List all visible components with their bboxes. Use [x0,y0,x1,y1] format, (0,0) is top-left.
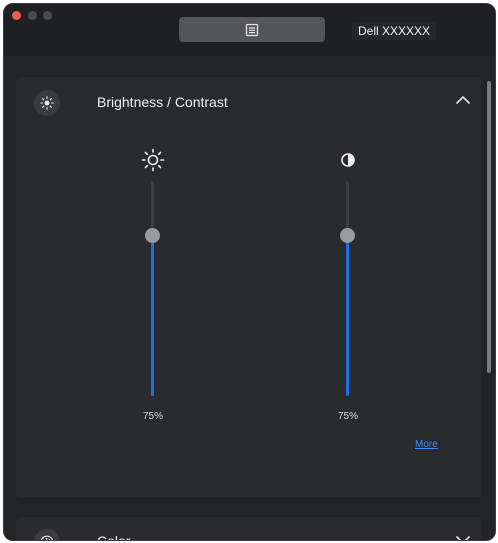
chevron-down-icon[interactable] [455,532,471,541]
brightness-value: 75% [142,411,163,422]
contrast-icon [341,153,355,167]
document-icon [245,23,259,36]
minimize-window-button[interactable] [28,11,37,20]
color-panel[interactable]: Color [16,517,481,541]
color-title: Color [97,533,131,541]
contrast-slider-group: 75% [328,148,368,428]
brightness-slider-thumb[interactable] [145,228,160,243]
close-window-button[interactable] [12,11,21,20]
maximize-window-button[interactable] [43,11,52,20]
vertical-scrollbar[interactable] [487,81,491,373]
more-link[interactable]: More [415,439,438,450]
contrast-slider-thumb[interactable] [340,228,355,243]
menu-tab-button[interactable] [179,17,325,42]
sun-icon [141,148,165,172]
contrast-slider[interactable] [340,181,355,396]
title-bar: Dell XXXXXX [4,4,495,56]
main-content: Brightness / Contrast 75% 75% More Color [4,56,495,541]
brightness-contrast-title: Brightness / Contrast [97,94,228,110]
brightness-icon [40,96,54,110]
contrast-slider-fill [346,235,349,396]
monitor-name-label[interactable]: Dell XXXXXX [352,22,437,40]
brightness-slider-group: 75% [133,148,173,428]
app-window: Dell XXXXXX Brightness / Contrast 75% 75… [3,3,496,541]
brightness-slider-fill [151,235,154,396]
brightness-contrast-panel: Brightness / Contrast 75% 75% More [16,77,481,497]
contrast-value: 75% [337,411,358,422]
palette-icon [40,535,53,540]
brightness-slider[interactable] [145,181,160,396]
color-section-icon [34,529,60,540]
chevron-up-icon[interactable] [455,92,471,108]
brightness-section-icon [34,90,60,116]
